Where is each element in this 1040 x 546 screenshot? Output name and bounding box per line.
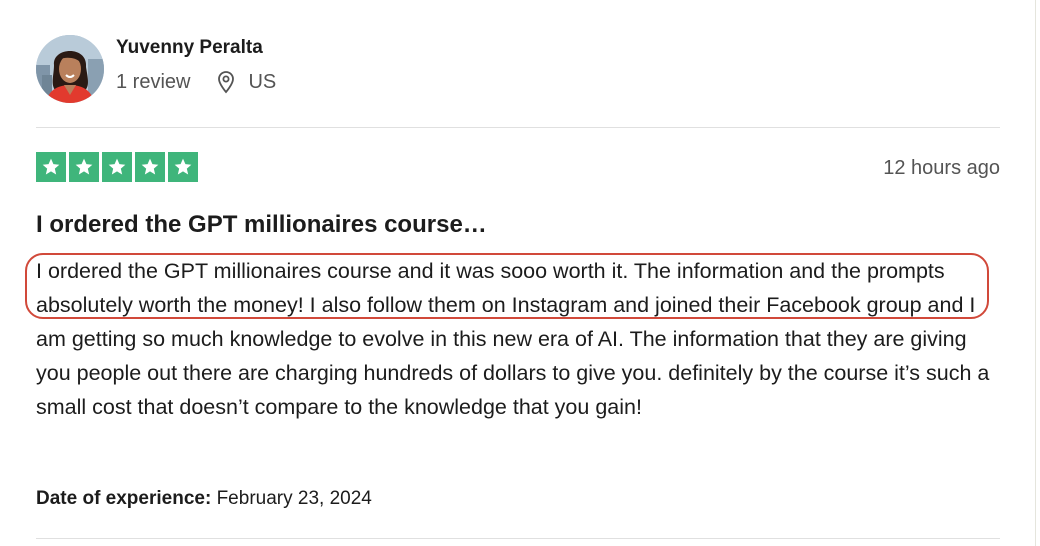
reviewer-meta: 1 review US [116, 70, 276, 94]
header-divider [36, 127, 1000, 128]
card-border [1035, 0, 1036, 546]
reviewer-country: US [248, 71, 277, 93]
experience-label: Date of experience: [36, 488, 212, 509]
reviewer-name[interactable]: Yuvenny Peralta [116, 36, 276, 60]
review-title[interactable]: I ordered the GPT millionaires course… [36, 210, 487, 240]
star-icon [69, 152, 99, 182]
reviewer-avatar[interactable] [36, 35, 104, 103]
experience-date: February 23, 2024 [216, 488, 372, 509]
highlight-annotation [25, 253, 989, 319]
map-pin-icon [216, 70, 236, 94]
footer-divider [36, 538, 1000, 539]
date-of-experience: Date of experience: February 23, 2024 [36, 486, 372, 512]
reviewer-info: Yuvenny Peralta 1 review US [116, 34, 276, 104]
review-count: 1 review [116, 71, 191, 93]
star-rating [36, 152, 201, 182]
star-icon [168, 152, 198, 182]
star-icon [135, 152, 165, 182]
star-icon [36, 152, 66, 182]
star-icon [102, 152, 132, 182]
reviewer-header: Yuvenny Peralta 1 review US [36, 34, 276, 104]
review-timestamp: 12 hours ago [883, 157, 1000, 179]
review-card: Yuvenny Peralta 1 review US 12 hours ago… [0, 0, 1040, 546]
